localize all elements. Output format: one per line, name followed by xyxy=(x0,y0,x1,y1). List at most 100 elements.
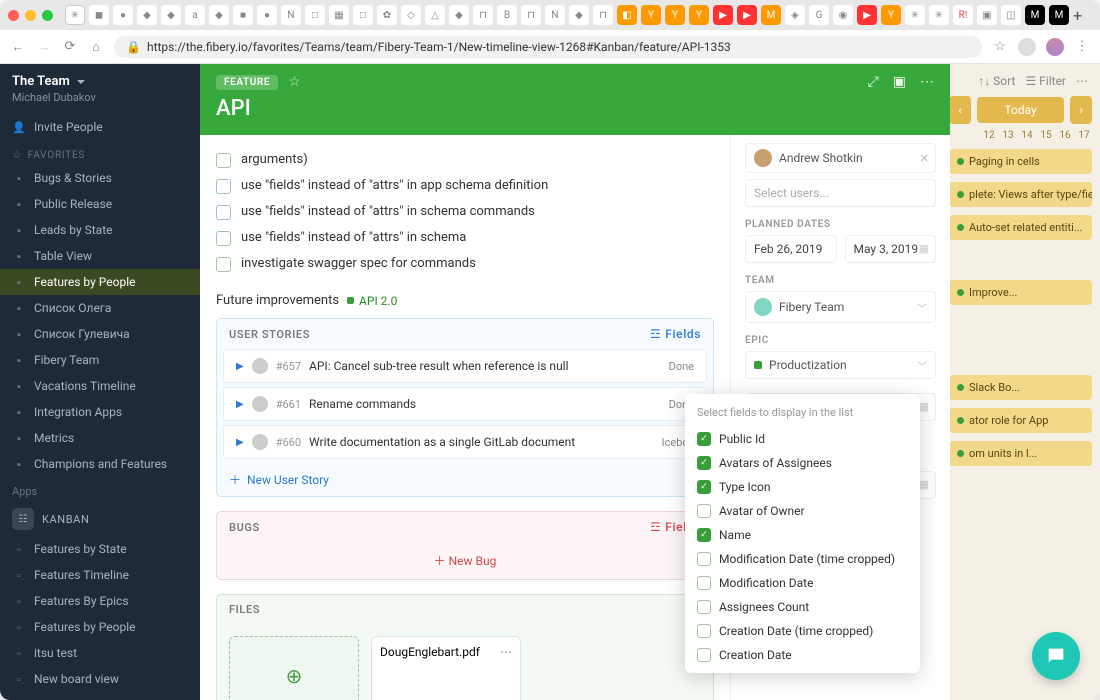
sidebar-item[interactable]: ▫itsu test xyxy=(0,640,200,666)
checkbox[interactable] xyxy=(216,231,231,246)
team-select[interactable]: Fibery Team ﹀ xyxy=(745,291,936,323)
sidebar-item[interactable]: ▪Public Release xyxy=(0,191,200,217)
browser-tab[interactable]: ▶ xyxy=(857,5,877,25)
browser-tab[interactable]: R! xyxy=(953,5,973,25)
browser-tab[interactable]: ✳ xyxy=(929,5,949,25)
prev-period[interactable]: ‹ xyxy=(949,96,971,124)
browser-tab[interactable]: □ xyxy=(353,5,373,25)
browser-tab[interactable]: ◈ xyxy=(785,5,805,25)
menu-icon[interactable]: ⋮ xyxy=(1074,39,1090,54)
invite-people[interactable]: 👤 Invite People xyxy=(0,114,200,140)
checklist-item[interactable]: use "fields" instead of "attrs" in schem… xyxy=(216,199,714,225)
browser-tab[interactable]: M xyxy=(1049,5,1069,25)
field-option[interactable]: ✓Name xyxy=(685,523,920,547)
browser-tab[interactable]: ● xyxy=(113,5,133,25)
browser-tab[interactable]: ▶ xyxy=(737,5,757,25)
timeline-card[interactable]: Slack Bo... xyxy=(949,375,1092,400)
field-option[interactable]: Avatar of Owner xyxy=(685,499,920,523)
intercom-chat[interactable] xyxy=(1032,632,1080,680)
star-icon[interactable]: ☆ xyxy=(992,39,1008,54)
browser-tab[interactable]: ◆ xyxy=(137,5,157,25)
browser-tab[interactable]: Y xyxy=(881,5,901,25)
browser-tab[interactable]: ✳ xyxy=(65,5,85,25)
checklist-item[interactable]: arguments) xyxy=(216,147,714,173)
browser-tab[interactable]: ◧ xyxy=(617,5,637,25)
timeline-card[interactable]: Auto-set related entiti... xyxy=(949,215,1092,240)
close-window[interactable] xyxy=(8,10,19,21)
forward-button[interactable]: → xyxy=(36,39,52,55)
browser-tab[interactable]: a xyxy=(185,5,205,25)
browser-tab[interactable]: ◉ xyxy=(833,5,853,25)
filter-button[interactable]: ☰ Filter xyxy=(1025,74,1066,88)
browser-tab[interactable]: ● xyxy=(257,5,277,25)
feature-title[interactable]: API xyxy=(216,96,934,121)
new-user-story[interactable]: ＋ New User Story xyxy=(217,463,713,496)
end-date[interactable]: May 3, 2019▦ xyxy=(845,235,937,263)
checkbox[interactable] xyxy=(697,624,711,638)
browser-tab[interactable]: M xyxy=(1025,5,1045,25)
reload-button[interactable]: ⟳ xyxy=(62,39,78,54)
file-card[interactable]: DougEnglebart.pdf ⋯ xyxy=(371,636,521,700)
browser-tab[interactable]: ✿ xyxy=(377,5,397,25)
today-button[interactable]: Today xyxy=(977,97,1064,123)
browser-tab[interactable]: M xyxy=(761,5,781,25)
kanban-app[interactable]: ☷ KANBAN xyxy=(0,502,200,536)
timeline-card[interactable]: Paging in cells xyxy=(949,149,1092,174)
sidebar-item[interactable]: ▫Features by People xyxy=(0,614,200,640)
browser-tab[interactable]: ◆ xyxy=(161,5,181,25)
user-story-row[interactable]: ▶ #660 Write documentation as a single G… xyxy=(223,425,707,459)
browser-tab[interactable]: Y xyxy=(641,5,661,25)
team-switcher[interactable]: The Team xyxy=(12,74,188,89)
owner-chip[interactable]: Andrew Shotkin ✕ xyxy=(745,143,936,173)
user-story-row[interactable]: ▶ #657 API: Cancel sub-tree result when … xyxy=(223,349,707,383)
checkbox[interactable] xyxy=(697,648,711,662)
more-icon[interactable]: ⋯ xyxy=(920,74,934,90)
field-option[interactable]: Creation Date (time cropped) xyxy=(685,619,920,643)
field-option[interactable]: ✓Type Icon xyxy=(685,475,920,499)
sidebar-item[interactable]: ▪Features by People xyxy=(0,269,200,295)
back-button[interactable]: ← xyxy=(10,39,26,55)
checklist-item[interactable]: investigate swagger spec for commands xyxy=(216,251,714,277)
address-bar[interactable]: 🔒 https://the.fibery.io/favorites/Teams/… xyxy=(114,36,982,58)
field-option[interactable]: Modification Date (time cropped) xyxy=(685,547,920,571)
extension-icon[interactable] xyxy=(1018,38,1036,56)
browser-tab[interactable]: B xyxy=(497,5,517,25)
profile-avatar[interactable] xyxy=(1046,38,1064,56)
browser-tab[interactable]: □ xyxy=(305,5,325,25)
favorite-toggle[interactable]: ☆ xyxy=(288,74,301,90)
browser-tab[interactable]: ▶ xyxy=(713,5,733,25)
add-file[interactable]: ⊕ xyxy=(229,636,359,700)
file-more-icon[interactable]: ⋯ xyxy=(500,645,512,659)
checkbox[interactable] xyxy=(216,257,231,272)
browser-tab[interactable]: ⊓ xyxy=(593,5,613,25)
checklist-item[interactable]: use "fields" instead of "attrs" in app s… xyxy=(216,173,714,199)
sidebar-item[interactable]: ▪Fibery Team xyxy=(0,347,200,373)
board-more-icon[interactable]: ⋯ xyxy=(1076,74,1088,88)
new-bug[interactable]: ＋ New Bug xyxy=(217,542,713,579)
minimize-window[interactable] xyxy=(25,10,36,21)
epic-select[interactable]: Productization ﹀ xyxy=(745,351,936,379)
checkbox[interactable] xyxy=(216,153,231,168)
expand-icon[interactable]: ⤢ xyxy=(868,74,879,90)
field-option[interactable]: Modification Date xyxy=(685,571,920,595)
browser-tab[interactable]: ◆ xyxy=(449,5,469,25)
home-button[interactable]: ⌂ xyxy=(88,39,104,55)
sidebar-item[interactable]: ▪Metrics xyxy=(0,425,200,451)
field-option[interactable]: Creation Date xyxy=(685,643,920,667)
timeline-card[interactable]: om units in l... xyxy=(949,441,1092,466)
checklist-item[interactable]: use "fields" instead of "attrs" in schem… xyxy=(216,225,714,251)
browser-tab[interactable]: ◆ xyxy=(209,5,229,25)
checkbox[interactable]: ✓ xyxy=(697,480,711,494)
sidebar-item[interactable]: ▫Features Timeline xyxy=(0,562,200,588)
sidebar-item[interactable]: ▪Leads by State xyxy=(0,217,200,243)
sidebar-item[interactable]: ▫New board view xyxy=(0,666,200,692)
maximize-window[interactable] xyxy=(42,10,53,21)
checkbox[interactable] xyxy=(697,504,711,518)
browser-tab[interactable]: N xyxy=(281,5,301,25)
checkbox[interactable] xyxy=(216,179,231,194)
checkbox[interactable]: ✓ xyxy=(697,456,711,470)
browser-tab[interactable]: △ xyxy=(425,5,445,25)
assignees-select[interactable]: Select users... xyxy=(745,179,936,207)
open-new-icon[interactable]: ▣ xyxy=(893,74,906,90)
browser-tab[interactable]: ✳ xyxy=(905,5,925,25)
